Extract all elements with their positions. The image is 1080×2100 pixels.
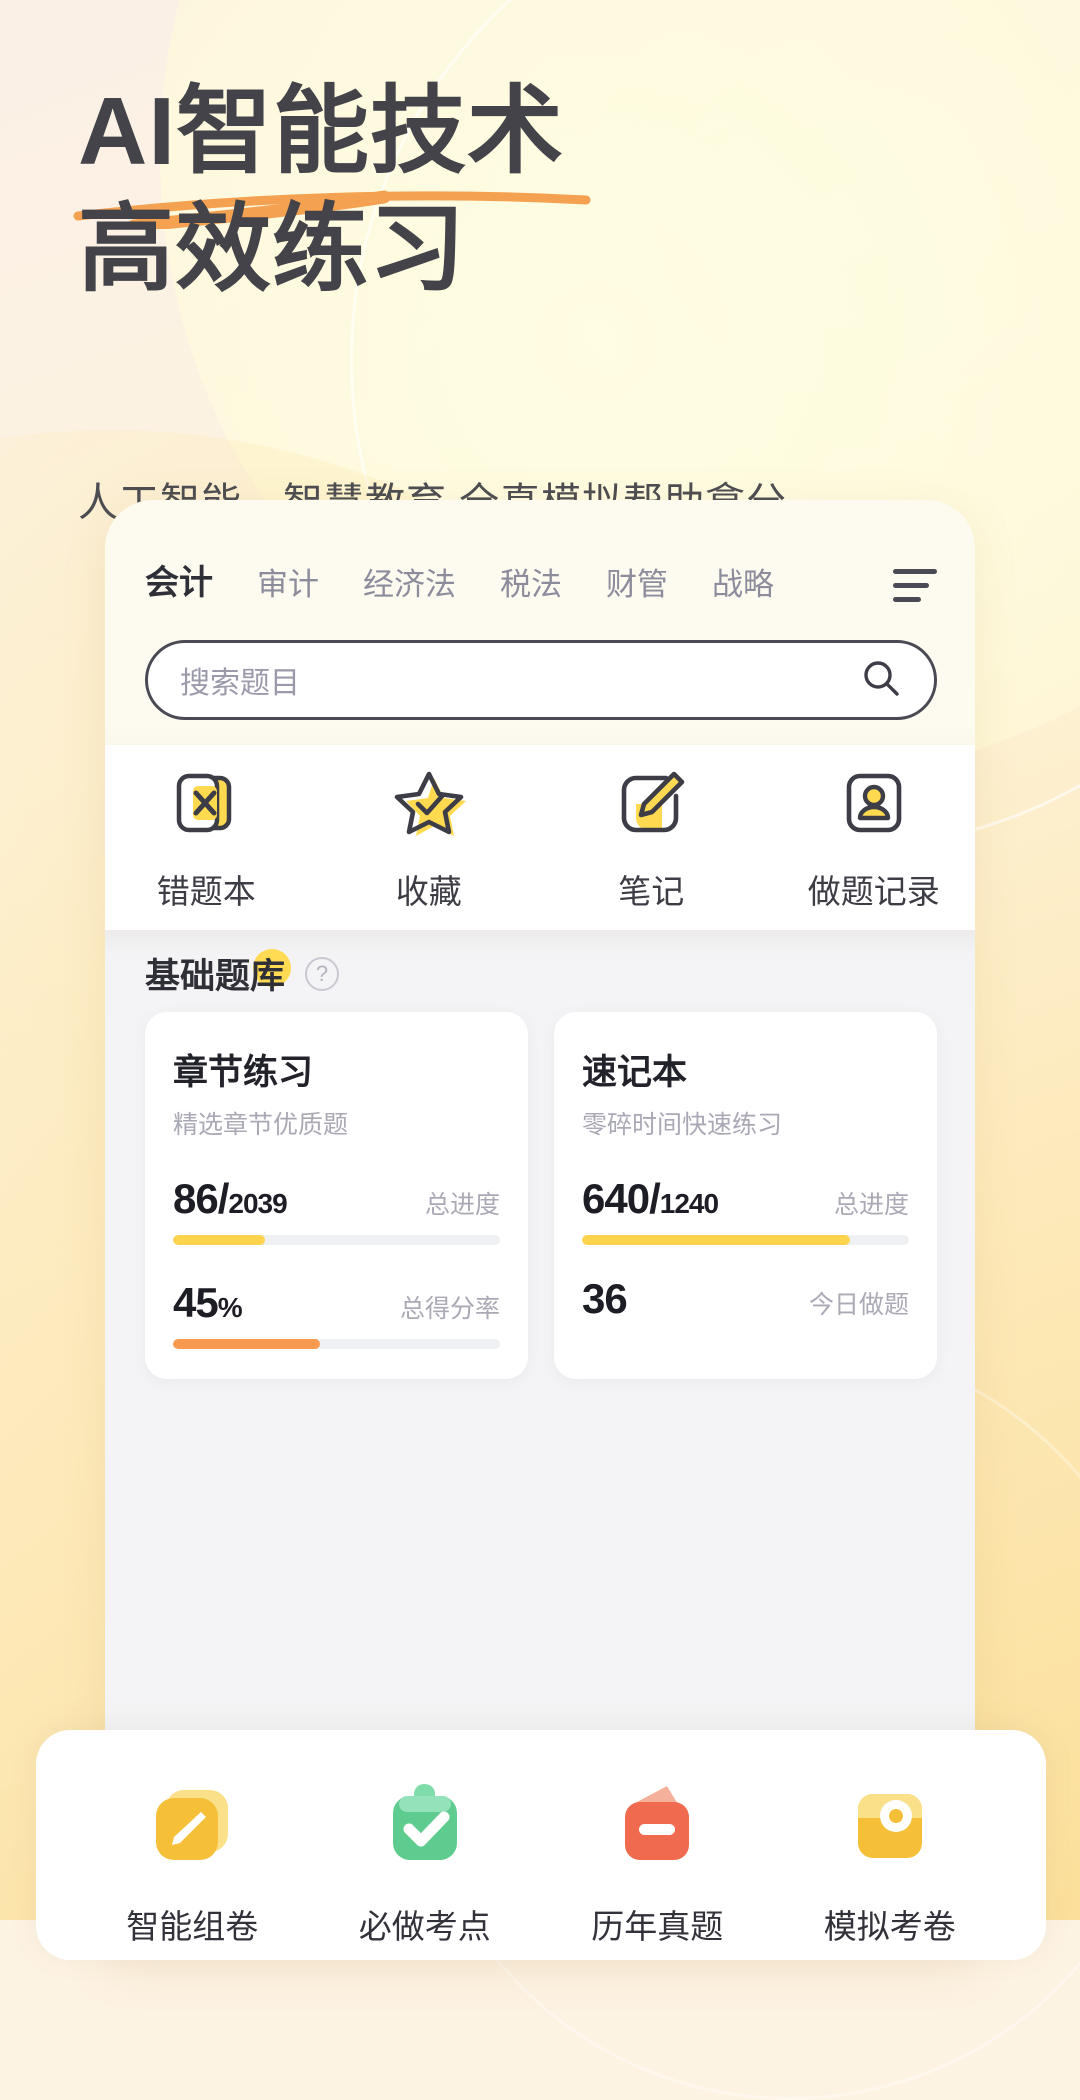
page-title-line2: 高效练习 [78,196,466,303]
tab-caiguan[interactable]: 财管 [606,559,668,610]
metric-value: 640/1240 [582,1175,719,1222]
tab-jingjifa[interactable]: 经济法 [363,559,456,610]
progress-bar [173,1339,500,1349]
wrong-question-book-icon [165,762,247,849]
quick-actions-panel: 错题本 收藏 笔记 做题记录 [105,745,975,930]
pencil-square-icon [140,1774,244,1878]
bottom-feature-nav: 智能组卷 必做考点 历年真题 模拟考卷 [36,1730,1046,1960]
star-favorite-icon [388,762,470,849]
stat-card-subtitle: 精选章节优质题 [173,1111,349,1139]
tab-shuifa[interactable]: 税法 [500,559,562,610]
metric-total-progress: 640/1240 总进度 [582,1175,909,1245]
nav-item-smart-paper[interactable]: 智能组卷 [76,1774,309,1948]
section-header: 基础题库 ? [145,948,340,999]
progress-bar [173,1235,500,1245]
metric-value: 86/2039 [173,1175,288,1222]
search-icon[interactable] [860,657,902,704]
tab-zhanlue[interactable]: 战略 [712,559,774,610]
quick-action-label: 笔记 [618,873,685,910]
hero-heading-block: AI智能技术 高效练习 [73,80,998,302]
nav-item-label: 智能组卷 [126,1908,259,1945]
nav-item-mock-exam[interactable]: 模拟考卷 [774,1774,1007,1948]
nav-item-label: 历年真题 [591,1908,724,1945]
stat-card-quick-notes[interactable]: 速记本 零碎时间快速练习 640/1240 总进度 36 今日做题 [554,1012,937,1379]
clipboard-check-icon [373,1774,477,1878]
nav-item-past-papers[interactable]: 历年真题 [541,1774,774,1948]
stat-card-title: 章节练习 [173,1053,314,1092]
metric-label: 总进度 [424,1191,500,1219]
tab-shenji[interactable]: 审计 [257,559,319,610]
tab-kuaiji[interactable]: 会计 [143,555,215,612]
folder-minus-icon [605,1774,709,1878]
hamburger-icon[interactable] [893,569,937,610]
metric-total-progress: 86/2039 总进度 [173,1175,500,1245]
metric-label: 今日做题 [808,1291,909,1319]
quick-action-practice-record[interactable]: 做题记录 [763,762,976,913]
quick-action-label: 错题本 [156,873,256,910]
stat-card-title: 速记本 [582,1053,688,1092]
nav-item-must-do-points[interactable]: 必做考点 [309,1774,542,1948]
practice-record-icon [833,762,915,849]
search-placeholder: 搜索题目 [180,667,300,700]
metric-value: 45% [173,1279,243,1326]
page-title: AI智能技术 高效练习 [78,80,998,302]
nav-item-label: 必做考点 [358,1908,491,1945]
search-input[interactable]: 搜索题目 [145,640,937,720]
stat-card-subtitle: 零碎时间快速练习 [582,1111,783,1139]
quick-action-label: 做题记录 [807,873,940,910]
note-edit-icon [610,762,692,849]
quick-action-wrong-questions[interactable]: 错题本 [105,762,318,913]
progress-bar [582,1235,909,1245]
question-bank-card-row: 章节练习 精选章节优质题 86/2039 总进度 45% 总得分率 速记本 零碎… [145,1012,937,1379]
nav-item-label: 模拟考卷 [823,1908,956,1945]
metric-label: 总进度 [833,1191,909,1219]
quick-action-notes[interactable]: 笔记 [540,762,763,913]
metric-score-rate: 45% 总得分率 [173,1279,500,1349]
category-tab-bar[interactable]: 会计 审计 经济法 税法 财管 战略 [143,555,937,612]
section-title: 基础题库 [145,948,292,999]
metric-value: 36 [582,1275,628,1322]
question-mark-icon[interactable]: ? [305,956,340,991]
camera-exam-icon [838,1774,942,1878]
quick-action-label: 收藏 [395,873,462,910]
metric-today-count: 36 今日做题 [582,1275,909,1323]
page-title-line1: AI智能技术 [78,78,564,185]
quick-action-favorites[interactable]: 收藏 [318,762,541,913]
metric-label: 总得分率 [399,1295,500,1323]
stat-card-chapter-practice[interactable]: 章节练习 精选章节优质题 86/2039 总进度 45% 总得分率 [145,1012,528,1379]
